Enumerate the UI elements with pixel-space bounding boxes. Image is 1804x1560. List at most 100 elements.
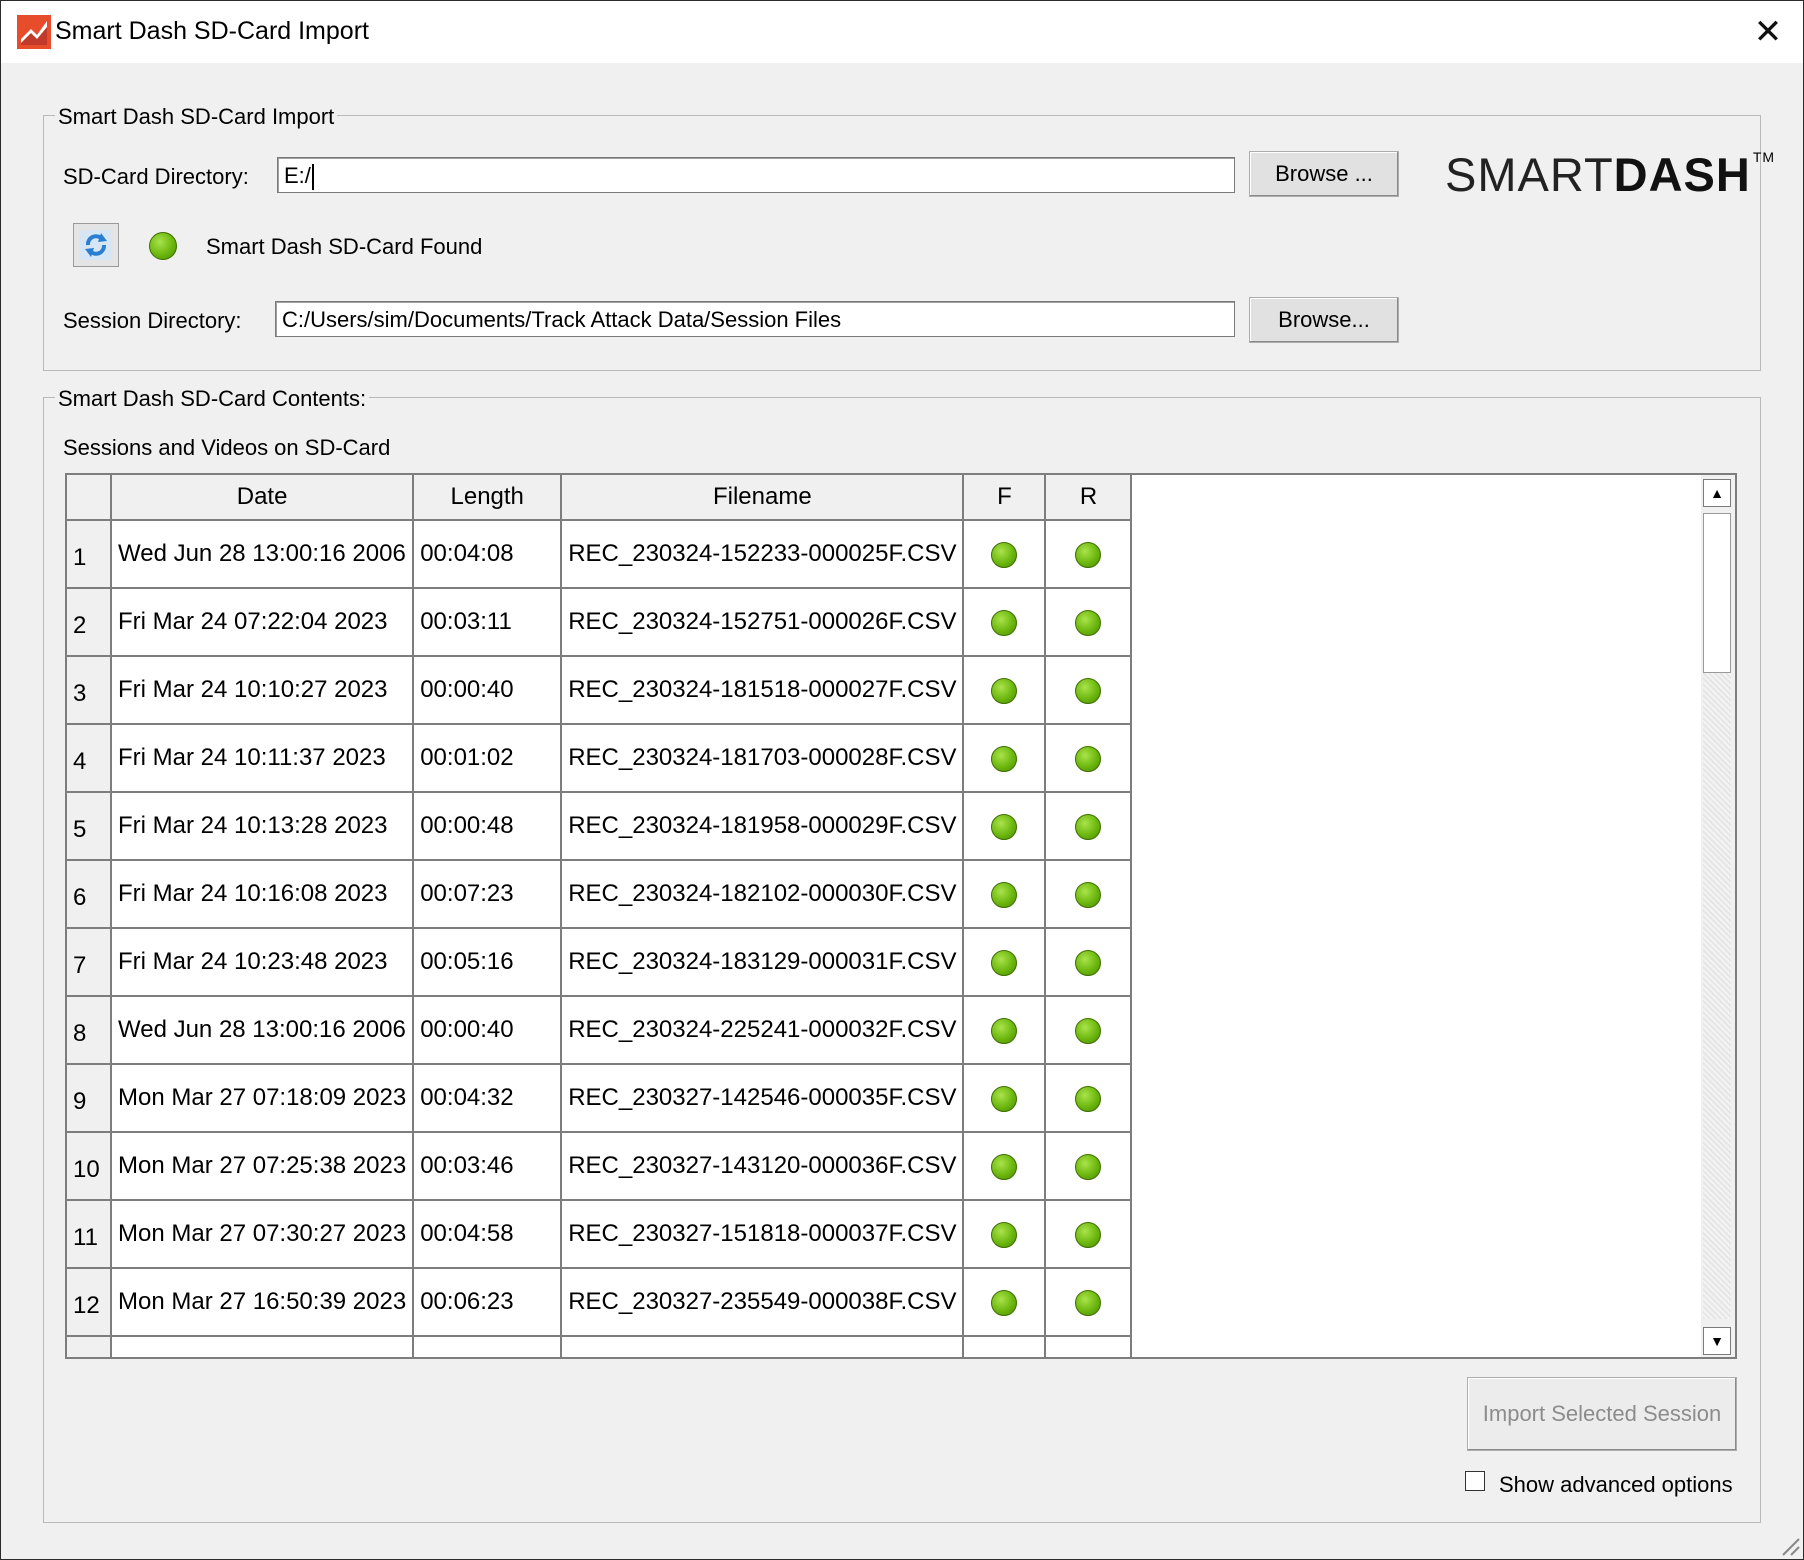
rear-video-indicator [1075,609,1102,636]
row-number[interactable]: 11 [67,1199,112,1269]
cell-date: Wed Jun 28 13:00:16 2006 [109,995,415,1065]
rear-video-cell [1044,587,1133,657]
cell-filename: REC_230328-001155-000039F.CSV [560,1335,965,1357]
show-advanced-options-label[interactable]: Show advanced options [1499,1472,1733,1498]
browse-session-button[interactable]: Browse... [1249,297,1399,343]
front-video-cell [962,723,1047,793]
cell-length: 00:00:48 [412,791,563,861]
row-number[interactable]: 7 [67,927,112,997]
table-row[interactable]: 4 Fri Mar 24 10:11:37 2023 00:01:02 REC_230… [67,723,1133,793]
cell-date: Fri Mar 24 07:22:04 2023 [109,587,415,657]
rear-video-cell [1044,723,1133,793]
front-video-cell [962,1063,1047,1133]
cell-date: Fri Mar 24 10:23:48 2023 [109,927,415,997]
rear-video-cell [1044,927,1133,997]
table-vertical-scrollbar[interactable]: ▲ ▼ [1701,475,1735,1357]
table-row[interactable]: 11 Mon Mar 27 07:30:27 2023 00:04:58 REC_23… [67,1199,1133,1269]
sd-card-status-indicator [149,232,177,260]
column-header-date[interactable]: Date [109,475,415,521]
import-groupbox-title: Smart Dash SD-Card Import [55,104,338,130]
cell-filename: REC_230327-151818-000037F.CSV [560,1199,965,1269]
rear-video-cell [1044,859,1133,929]
table-row[interactable]: 13Mon Mar 27 16:57:33 202300:05:03REC_23… [67,1335,1133,1357]
show-advanced-options-checkbox[interactable] [1465,1471,1485,1491]
table-row[interactable]: 7 Fri Mar 24 10:23:48 2023 00:05:16 REC_230… [67,927,1133,997]
rear-video-cell [1044,995,1133,1065]
table-row[interactable]: 9 Mon Mar 27 07:18:09 2023 00:04:32 REC_230… [67,1063,1133,1133]
rear-video-indicator [1075,949,1102,976]
front-video-indicator [991,745,1018,772]
session-directory-label: Session Directory: [63,308,242,333]
rear-video-indicator [1075,1017,1102,1044]
sd-card-directory-value: E:/ [284,163,311,188]
contents-groupbox-title: Smart Dash SD-Card Contents: [55,386,370,412]
cell-length: 00:06:23 [412,1267,563,1337]
close-icon: ✕ [1753,13,1783,51]
cell-filename: REC_230327-143120-000036F.CSV [560,1131,965,1201]
refresh-button[interactable] [73,223,119,267]
row-number[interactable]: 8 [67,995,112,1065]
scroll-up-arrow-icon[interactable]: ▲ [1703,479,1731,507]
front-video-indicator [991,949,1018,976]
cell-filename: REC_230324-152233-000025F.CSV [560,519,965,589]
sessions-list-caption: Sessions and Videos on SD-Card [63,435,391,460]
front-video-cell [962,655,1047,725]
cell-length: 00:01:02 [412,723,563,793]
table-row[interactable]: 10 Mon Mar 27 07:25:38 2023 00:03:46 REC_23… [67,1131,1133,1201]
cell-filename: REC_230324-181518-000027F.CSV [560,655,965,725]
column-header-filename[interactable]: Filename [560,475,965,521]
cell-date: Mon Mar 27 16:57:33 2023 [109,1335,415,1357]
import-selected-session-button[interactable]: Import Selected Session [1467,1377,1737,1451]
cell-filename: REC_230324-181703-000028F.CSV [560,723,965,793]
table-row[interactable]: 3 Fri Mar 24 10:10:27 2023 00:00:40 REC_230… [67,655,1133,725]
column-header-rear[interactable]: R [1044,475,1133,521]
scroll-down-arrow-icon[interactable]: ▼ [1703,1327,1731,1355]
row-number[interactable]: 10 [67,1131,112,1201]
resize-grip-icon[interactable] [1777,1533,1801,1557]
front-video-indicator [991,813,1018,840]
front-video-indicator [991,677,1018,704]
table-row[interactable]: 8 Wed Jun 28 13:00:16 2006 00:00:40 REC_230… [67,995,1133,1065]
window-title: Smart Dash SD-Card Import [55,17,369,45]
front-video-indicator [991,881,1018,908]
front-video-cell [962,587,1047,657]
front-video-indicator [991,1221,1018,1248]
column-header-front[interactable]: F [962,475,1047,521]
row-number[interactable]: 5 [67,791,112,861]
sd-card-directory-field[interactable]: E:/ [277,157,1235,193]
table-row[interactable]: 6 Fri Mar 24 10:16:08 2023 00:07:23 REC_230… [67,859,1133,929]
browse-sd-card-button[interactable]: Browse ... [1249,151,1399,197]
import-dialog: Smart Dash SD-Card Import ✕ Smart Dash S… [0,0,1804,1560]
cell-filename: REC_230324-225241-000032F.CSV [560,995,965,1065]
table-row[interactable]: 5 Fri Mar 24 10:13:28 2023 00:00:48 REC_230… [67,791,1133,861]
row-number[interactable]: 9 [67,1063,112,1133]
close-button[interactable]: ✕ [1733,1,1803,63]
scroll-thumb[interactable] [1703,513,1731,673]
row-number[interactable]: 13 [67,1335,112,1357]
rear-video-cell [1044,519,1133,589]
rear-video-indicator [1075,813,1102,840]
rear-video-cell [1044,655,1133,725]
sessions-table[interactable]: Date Length Filename F R 1 Wed Jun 28 13:… [65,473,1737,1359]
front-video-cell [962,995,1047,1065]
cell-date: Fri Mar 24 10:10:27 2023 [109,655,415,725]
cell-length: 00:07:23 [412,859,563,929]
session-directory-field[interactable]: C:/Users/sim/Documents/Track Attack Data… [275,301,1235,337]
table-row[interactable]: 2 Fri Mar 24 07:22:04 2023 00:03:11 REC_230… [67,587,1133,657]
front-video-cell [962,1199,1047,1269]
table-row[interactable]: 12 Mon Mar 27 16:50:39 2023 00:06:23 REC_23… [67,1267,1133,1337]
table-row[interactable]: 1 Wed Jun 28 13:00:16 2006 00:04:08 REC_230… [67,519,1133,589]
cell-length: 00:00:40 [412,995,563,1065]
front-video-indicator [991,1017,1018,1044]
row-number[interactable]: 2 [67,587,112,657]
row-number[interactable]: 1 [67,519,112,589]
row-number[interactable]: 6 [67,859,112,929]
rear-video-indicator [1075,1221,1102,1248]
cell-filename: REC_230324-182102-000030F.CSV [560,859,965,929]
rear-video-indicator [1075,677,1102,704]
row-number[interactable]: 3 [67,655,112,725]
row-number[interactable]: 12 [67,1267,112,1337]
column-header-length[interactable]: Length [412,475,563,521]
cell-date: Mon Mar 27 07:30:27 2023 [109,1199,415,1269]
row-number[interactable]: 4 [67,723,112,793]
